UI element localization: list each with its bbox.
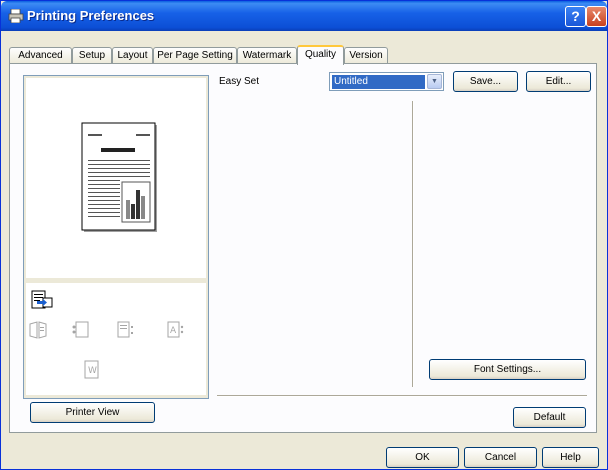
- tab-watermark[interactable]: Watermark: [237, 47, 297, 64]
- help-title-button[interactable]: ?: [565, 6, 586, 27]
- help-button[interactable]: Help: [542, 447, 599, 468]
- printer-icon: [8, 9, 24, 23]
- font-settings-button[interactable]: Font Settings...: [429, 359, 586, 380]
- easy-set-value: Untitled: [332, 75, 425, 89]
- cover-sheet-icon: W: [84, 360, 99, 379]
- tab-quality[interactable]: Quality: [297, 45, 344, 65]
- edit-button[interactable]: Edit...: [526, 71, 591, 92]
- document-preview-icon: [81, 122, 157, 232]
- easy-set-label: Easy Set: [219, 76, 260, 87]
- svg-text:W: W: [88, 366, 97, 376]
- tab-layout[interactable]: Layout: [112, 47, 153, 64]
- printing-preferences-dialog: Printing Preferences ? X Advanced Setup …: [0, 0, 608, 470]
- page-preview: [26, 78, 206, 278]
- punch-icon: A: [167, 321, 184, 338]
- close-button[interactable]: X: [586, 6, 607, 27]
- default-button[interactable]: Default: [513, 407, 586, 428]
- svg-text:A: A: [170, 326, 177, 336]
- tab-advanced[interactable]: Advanced: [9, 47, 72, 64]
- tab-per-page-setting[interactable]: Per Page Setting: [153, 47, 237, 64]
- tab-version[interactable]: Version: [344, 47, 388, 64]
- fold-icon: [72, 321, 89, 338]
- window-title: Printing Preferences: [27, 8, 155, 23]
- print-to-device-icon: [31, 290, 53, 309]
- cancel-button[interactable]: Cancel: [464, 447, 537, 468]
- staple-icon: [117, 321, 133, 338]
- horizontal-divider: [217, 395, 587, 397]
- save-button[interactable]: Save...: [453, 71, 518, 92]
- easy-set-dropdown[interactable]: Untitled ▼: [329, 72, 444, 91]
- title-bar[interactable]: Printing Preferences ? X: [1, 1, 607, 31]
- vertical-divider: [412, 101, 414, 387]
- ok-button[interactable]: OK: [386, 447, 459, 468]
- tab-setup[interactable]: Setup: [72, 47, 112, 64]
- chevron-down-icon[interactable]: ▼: [427, 74, 442, 89]
- finishing-icons-area: A W: [26, 283, 206, 395]
- printer-view-button[interactable]: Printer View: [30, 402, 155, 423]
- booklet-icon: [29, 321, 47, 339]
- printer-view-label: Printer View: [65, 407, 120, 418]
